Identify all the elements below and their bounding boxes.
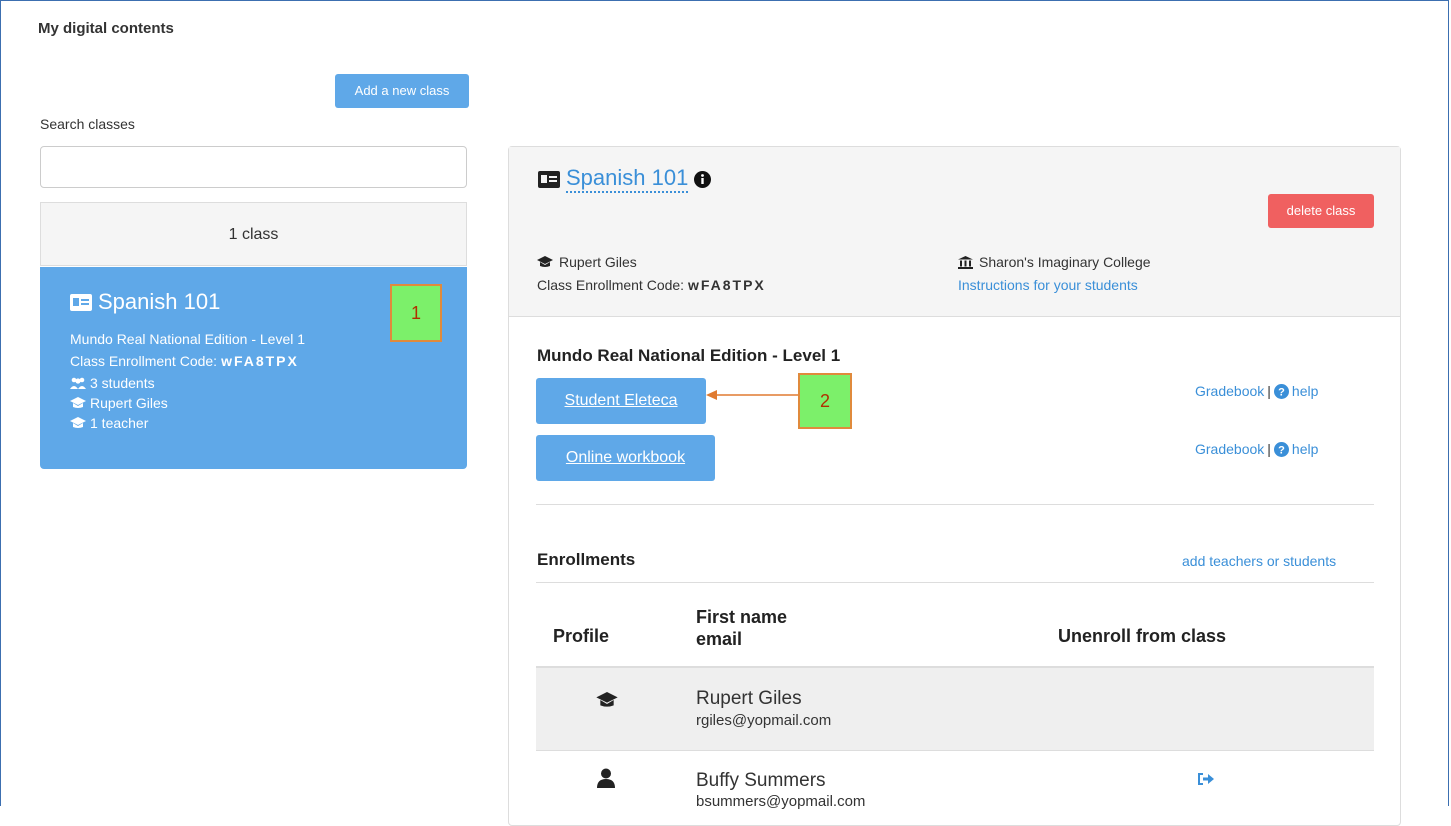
class-card-teachers-text: 1 teacher [90, 415, 149, 431]
delete-class-button[interactable]: delete class [1268, 194, 1374, 228]
graduation-cap-icon [70, 417, 86, 428]
table-row [536, 668, 1374, 750]
annotation-arrow [706, 390, 800, 400]
detail-teacher: Rupert Giles [537, 254, 637, 270]
class-card-title-text: Spanish 101 [98, 289, 221, 314]
user-icon [597, 768, 615, 788]
class-card-code-label: Class Enrollment Code: [70, 353, 218, 369]
id-card-icon [538, 170, 560, 188]
resource-2-links: Gradebook | ? help [1195, 441, 1318, 457]
search-label: Search classes [40, 116, 135, 132]
detail-code: Class Enrollment Code: wFA8TPX [537, 277, 766, 293]
annotation-1: 1 [390, 284, 442, 342]
instructions-link[interactable]: Instructions for your students [958, 277, 1138, 293]
add-class-button[interactable]: Add a new class [335, 74, 469, 108]
class-card-teachers: 1 teacher [70, 415, 148, 431]
detail-school-name: Sharon's Imaginary College [979, 254, 1151, 270]
add-enrollments-link[interactable]: add teachers or students [1182, 553, 1336, 569]
program-title: Mundo Real National Edition - Level 1 [537, 346, 841, 365]
link-separator: | [1267, 441, 1271, 457]
search-input[interactable] [40, 146, 467, 188]
section-divider [536, 504, 1374, 505]
student-eleteca-button[interactable]: Student Eleteca [536, 378, 706, 424]
svg-text:?: ? [1278, 386, 1285, 398]
col-name-line2: email [696, 629, 743, 649]
graduation-cap-icon [70, 397, 86, 408]
resource-1-links: Gradebook | ? help [1195, 383, 1318, 399]
institution-icon [958, 255, 973, 269]
users-icon [70, 377, 86, 389]
help-link[interactable]: help [1292, 383, 1318, 399]
row-divider [536, 750, 1374, 751]
enrollments-divider [536, 582, 1374, 583]
help-link[interactable]: help [1292, 441, 1318, 457]
sign-out-icon[interactable] [1198, 772, 1214, 786]
col-name-line1: First name [696, 607, 788, 627]
class-card-code-value: wFA8TPX [221, 353, 299, 369]
link-separator: | [1267, 383, 1271, 399]
class-card-code: Class Enrollment Code: wFA8TPX [70, 353, 299, 369]
detail-code-value: wFA8TPX [687, 277, 766, 293]
col-unenroll: Unenroll from class [1058, 626, 1227, 646]
detail-code-label: Class Enrollment Code: [537, 277, 685, 293]
col-name: First name email [696, 606, 787, 650]
detail-title-link[interactable]: Spanish 101 [566, 165, 689, 193]
class-card-edition: Mundo Real National Edition - Level 1 [70, 331, 306, 347]
class-card-students: 3 students [70, 375, 155, 391]
detail-school: Sharon's Imaginary College [958, 254, 1151, 270]
graduation-cap-icon [596, 692, 618, 707]
gradebook-link[interactable]: Gradebook [1195, 383, 1264, 399]
class-card-students-text: 3 students [90, 375, 155, 391]
class-count: 1 class [40, 202, 467, 266]
help-icon[interactable]: ? [1273, 383, 1289, 399]
info-icon[interactable] [694, 170, 712, 188]
class-card-title: Spanish 101 [70, 289, 220, 315]
enrollments-title: Enrollments [537, 550, 636, 569]
page-title: My digital contents [38, 20, 174, 37]
col-profile: Profile [553, 626, 610, 646]
gradebook-link[interactable]: Gradebook [1195, 441, 1264, 457]
row-name: Buffy Summers [696, 770, 826, 791]
annotation-2: 2 [798, 373, 852, 429]
row-email: bsummers@yopmail.com [696, 793, 866, 810]
svg-text:?: ? [1278, 444, 1285, 456]
row-email: rgiles@yopmail.com [696, 712, 832, 729]
class-card-teacher-text: Rupert Giles [90, 395, 168, 411]
row-name: Rupert Giles [696, 688, 802, 709]
graduation-cap-icon [537, 256, 553, 267]
online-workbook-button[interactable]: Online workbook [536, 435, 715, 481]
id-card-icon [70, 293, 92, 311]
help-icon[interactable]: ? [1273, 441, 1289, 457]
class-card-teacher: Rupert Giles [70, 395, 168, 411]
detail-teacher-name: Rupert Giles [559, 254, 637, 270]
detail-title: Spanish 101 [538, 165, 712, 193]
